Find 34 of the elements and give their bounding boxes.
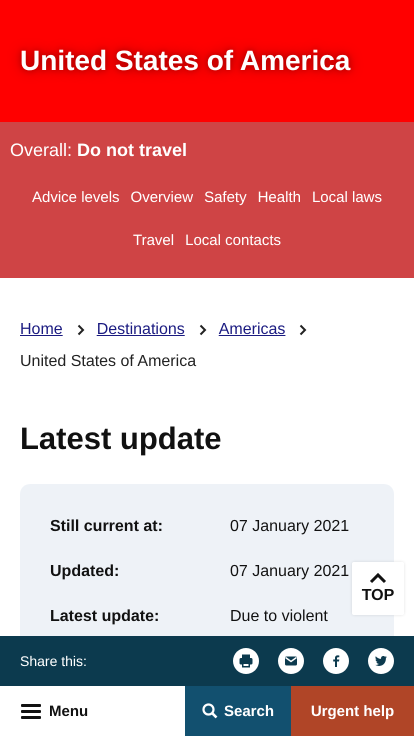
caret-up-icon xyxy=(369,572,387,584)
email-icon[interactable] xyxy=(278,648,304,674)
nav-link[interactable]: Local laws xyxy=(312,189,382,206)
summary-label: Latest update: xyxy=(50,608,160,626)
nav-link[interactable]: Safety xyxy=(204,189,247,206)
breadcrumb-link[interactable]: Americas xyxy=(218,314,286,346)
menu-icon xyxy=(21,703,41,719)
search-icon xyxy=(202,703,218,719)
summary-label: Updated: xyxy=(50,563,120,581)
nav-link[interactable]: Local contacts xyxy=(185,232,281,249)
nav-link[interactable]: Health xyxy=(258,189,301,206)
search-button[interactable]: Search xyxy=(185,686,291,736)
nav-link[interactable]: Travel xyxy=(132,232,174,249)
page-title: United States of America xyxy=(20,45,350,77)
advice-level: Overall: Do not travel xyxy=(10,140,188,161)
summary-value: 07 January 2021 xyxy=(230,563,350,581)
breadcrumb-link[interactable]: Home xyxy=(20,314,63,346)
breadcrumb-current: United States of America xyxy=(20,352,196,372)
urgent-button[interactable]: Urgent help xyxy=(291,686,414,736)
summary-label: Still current at: xyxy=(50,518,164,536)
share-label: Share this: xyxy=(20,653,87,669)
chevron-right-icon xyxy=(76,324,85,336)
nav-link[interactable]: Overview xyxy=(130,189,194,206)
bird-icon[interactable] xyxy=(368,648,394,674)
breadcrumb-link[interactable]: Destinations xyxy=(96,314,185,346)
nav-link[interactable]: Advice levels xyxy=(32,189,120,206)
summary-value: 07 January 2021 xyxy=(230,518,350,536)
summary-value: Due to violent xyxy=(230,608,329,626)
section-heading: Latest update xyxy=(20,421,223,457)
back-to-top-button[interactable]: TOP xyxy=(352,562,404,615)
chevron-right-icon xyxy=(198,324,207,336)
print-icon[interactable] xyxy=(233,648,259,674)
facebook-icon[interactable] xyxy=(323,648,349,674)
chevron-right-icon xyxy=(299,324,308,336)
